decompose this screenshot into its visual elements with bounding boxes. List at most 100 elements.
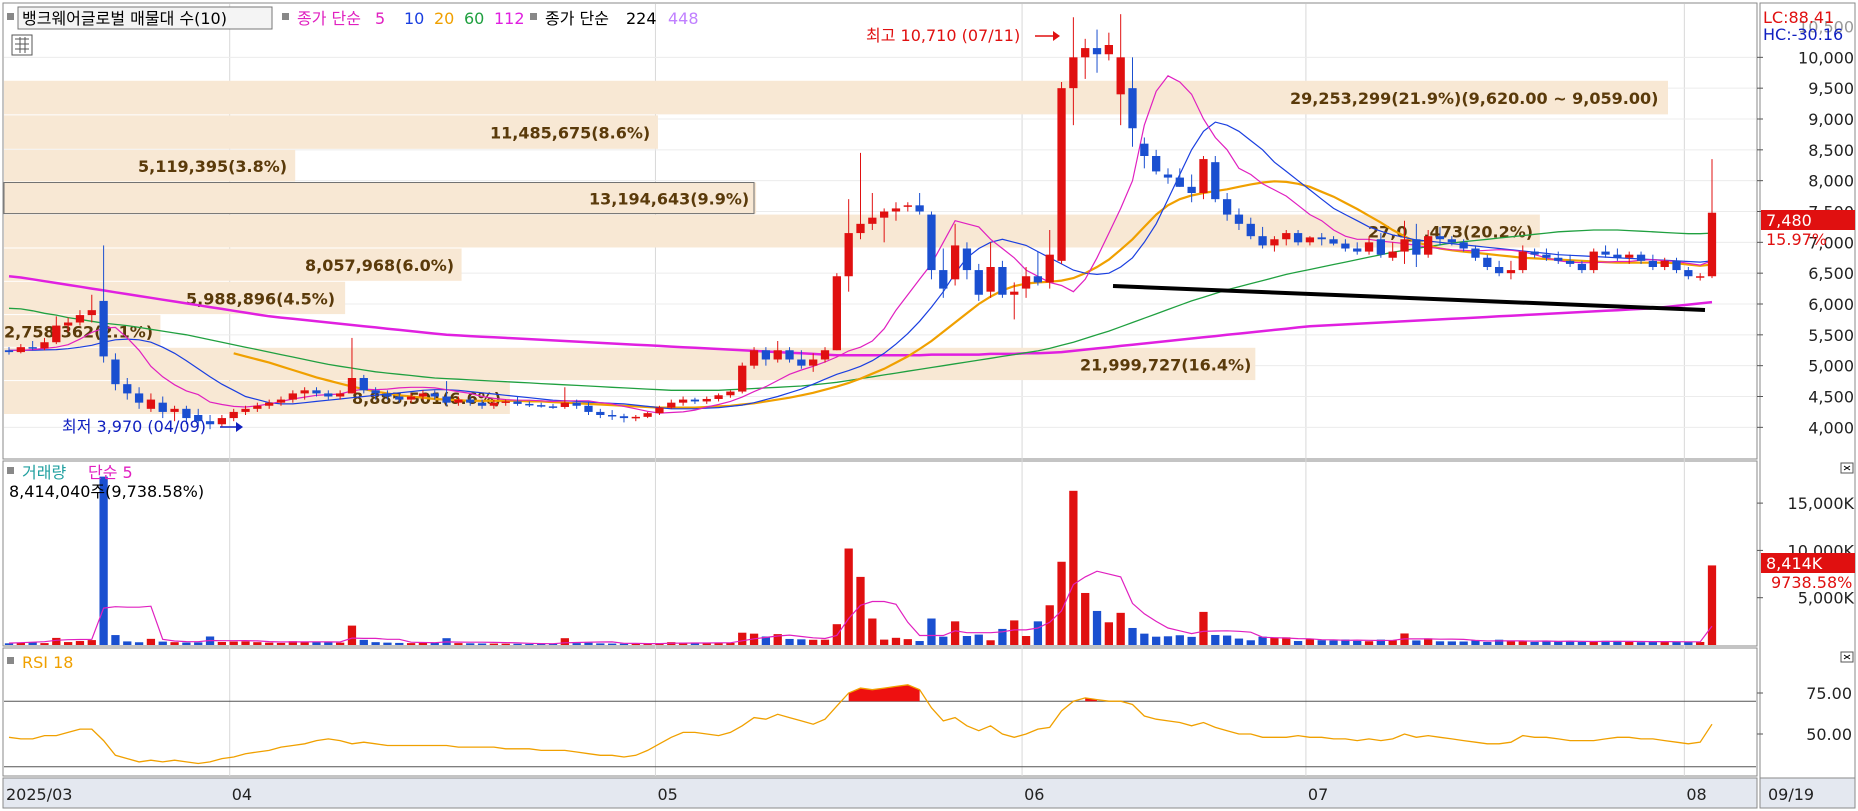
volume-bar	[572, 643, 581, 645]
volume-bar	[809, 639, 818, 645]
volume-bar	[1353, 640, 1362, 645]
last-volume: 8,414K	[1766, 554, 1823, 573]
volume-bar	[501, 643, 510, 645]
candle	[1589, 248, 1598, 274]
volume-bar	[406, 643, 416, 645]
last-price: 7,480	[1766, 211, 1812, 230]
volume-bar	[347, 625, 357, 645]
candle	[927, 211, 936, 280]
candle	[1211, 156, 1220, 203]
candle	[738, 362, 747, 394]
volume-bar	[395, 642, 404, 645]
volume-bar	[844, 548, 853, 645]
volume-bar	[99, 476, 108, 645]
candle	[749, 347, 759, 369]
volume-bar	[785, 638, 794, 645]
volume-bar	[1116, 612, 1125, 645]
volume-bar	[1270, 637, 1279, 645]
ma-period-60: 60	[464, 9, 484, 28]
volume-bar	[1589, 641, 1598, 645]
rsi-tick-label: 50.00	[1806, 725, 1852, 744]
candle	[832, 273, 841, 351]
price-tick-label: 8,000	[1808, 172, 1854, 191]
volume-bar	[1530, 641, 1539, 645]
candle	[1057, 82, 1066, 264]
x-axis-label: 06	[1024, 785, 1044, 804]
volume-bar	[939, 636, 948, 645]
volume-bar	[1222, 635, 1232, 645]
volume-bar	[194, 642, 203, 645]
volume-profile-label: 2,758,362(2.1%)	[4, 322, 153, 341]
price-tick-label: 9,000	[1808, 110, 1854, 129]
x-axis-label: 08	[1686, 785, 1706, 804]
candle	[1199, 156, 1208, 200]
volume-bar	[1684, 641, 1693, 645]
high-label: 최고 10,710 (07/11)	[866, 26, 1020, 45]
volume-bar	[1565, 641, 1575, 645]
volume-bar	[1128, 627, 1137, 645]
volume-bar	[513, 643, 522, 645]
ma-period-10: 10	[404, 9, 424, 28]
volume-bar	[1707, 565, 1717, 645]
volume-bar	[63, 642, 73, 645]
volume-bar	[891, 637, 901, 645]
volume-bar	[1140, 633, 1149, 645]
volume-bar	[1187, 636, 1196, 645]
volume-bar	[123, 641, 132, 645]
ma-period-112: 112	[494, 9, 525, 28]
ma-label: 종가 단순	[297, 9, 361, 28]
price-tick-label: 4,000	[1808, 418, 1854, 437]
volume-bar	[489, 643, 499, 645]
volume-bar	[1211, 634, 1220, 645]
volume-bar	[359, 639, 368, 645]
volume-bar	[702, 643, 711, 645]
volume-bar	[1152, 636, 1161, 645]
volume-bar	[1636, 642, 1646, 645]
volume-bar	[1010, 620, 1019, 645]
volume-bar	[52, 637, 61, 645]
volume-bar	[383, 642, 392, 645]
volume-profile-label: 29,253,299(21.9%)(9,620.00 ~ 9,059.00)	[1290, 89, 1658, 108]
volume-profile-label: 8,057,968(6.0%)	[305, 256, 454, 275]
x-axis-label: 05	[657, 785, 677, 804]
volume-bar	[217, 641, 227, 645]
volume-label: 거래량	[22, 463, 66, 482]
volume-bar	[265, 642, 274, 645]
volume-bar	[525, 643, 534, 645]
volume-bar	[146, 638, 156, 645]
volume-tick-label: 15,000K	[1788, 494, 1855, 513]
rsi-tick-label: 75.00	[1806, 684, 1852, 703]
rsi-label: RSI 18	[22, 653, 73, 672]
volume-bar	[820, 639, 830, 645]
volume-info: 8,414,040주(9,738.58%)	[9, 482, 204, 501]
volume-bar	[312, 642, 321, 645]
x-axis-label: 04	[232, 785, 252, 804]
volume-bar	[608, 643, 617, 645]
price-tick-label: 10,000	[1798, 48, 1854, 67]
volume-profile-label: 13,194,643(9.9%)	[589, 190, 749, 209]
hc-readout: HC:-30.16	[1763, 25, 1843, 44]
volume-bar	[856, 576, 865, 645]
volume-bar	[454, 643, 463, 645]
indicator-title: 뱅크웨어글로벌 매물대 수(10)	[22, 9, 227, 28]
volume-bar	[584, 642, 593, 645]
volume-bar	[1459, 641, 1468, 645]
volume-bar	[1199, 611, 1208, 645]
volume-bar	[1317, 640, 1326, 645]
volume-bar	[1483, 641, 1492, 645]
volume-bar	[868, 618, 877, 645]
table-toggle-icon[interactable]	[11, 34, 33, 56]
volume-bar	[797, 639, 806, 645]
volume-bar	[927, 618, 936, 645]
volume-bar	[962, 636, 972, 645]
ma-period-5: 5	[375, 9, 385, 28]
volume-bar	[1293, 641, 1303, 645]
volume-bar	[1305, 638, 1315, 645]
price-tick-label: 9,500	[1808, 79, 1854, 98]
volume-bar	[1364, 641, 1374, 645]
volume-bar	[903, 639, 912, 645]
price-tick-label: 8,500	[1808, 141, 1854, 160]
ma-period-20: 20	[434, 9, 454, 28]
volume-bar	[974, 634, 983, 645]
volume-bar	[40, 643, 49, 645]
